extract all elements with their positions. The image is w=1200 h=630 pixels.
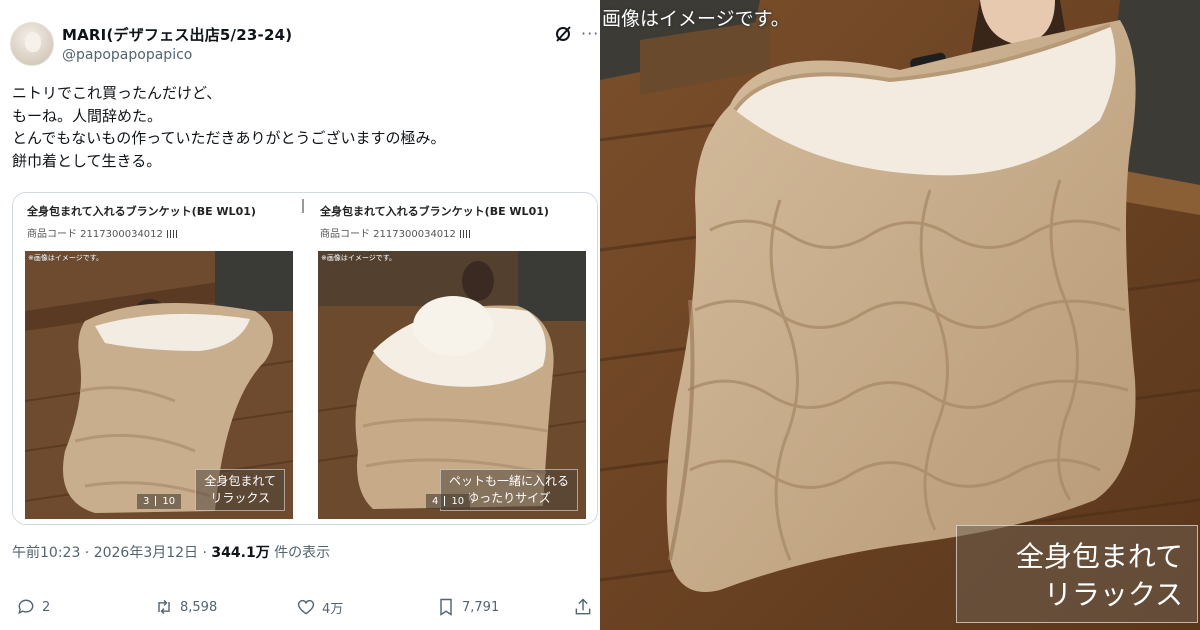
product-code: 商品コード 2117300034012 bbox=[27, 225, 179, 240]
product-title: 全身包まれて入れるブランケット(BE WL01) bbox=[320, 205, 549, 218]
more-icon[interactable]: ··· bbox=[581, 24, 599, 43]
image-note: 画像はイメージです。 bbox=[602, 8, 790, 30]
bookmark-button[interactable]: 7,791 bbox=[436, 596, 499, 618]
product-card[interactable]: 全身包まれて入れるブランケット(BE WL01) 商品コード 211730003… bbox=[306, 193, 597, 524]
reply-button[interactable]: 2 bbox=[16, 596, 50, 618]
view-label: 件の表示 bbox=[269, 545, 331, 561]
bookmark-count: 7,791 bbox=[462, 599, 500, 615]
retweet-count: 8,598 bbox=[180, 599, 218, 615]
heart-icon bbox=[297, 599, 315, 615]
product-code: 商品コード 2117300034012 bbox=[320, 225, 472, 240]
image-counter: 4 10 bbox=[426, 494, 471, 509]
tweet-meta: 午前10:23 · 2026年3月12日 · 344.1万 件の表示 bbox=[12, 542, 330, 562]
bookmark-icon bbox=[440, 598, 452, 616]
display-name[interactable]: MARI(デザフェス出店5/23-24) bbox=[62, 24, 292, 45]
retweet-button[interactable]: 8,598 bbox=[154, 596, 217, 618]
tweet-media[interactable]: 全身包まれて入れるブランケット(BE WL01) 商品コード 211730003… bbox=[12, 192, 598, 525]
tweet-line: もーね。人間辞めた。 bbox=[12, 106, 163, 125]
reply-count: 2 bbox=[42, 599, 51, 615]
retweet-icon bbox=[158, 599, 170, 615]
user-handle[interactable]: @papopapopapico bbox=[62, 47, 192, 63]
card-divider bbox=[302, 199, 304, 213]
view-count: 344.1万 bbox=[211, 545, 270, 561]
tweet-line: ニトリでこれ買ったんだけど、 bbox=[12, 84, 222, 102]
avatar[interactable] bbox=[10, 22, 54, 66]
hero-caption: 全身包まれて リラックス bbox=[956, 525, 1198, 623]
image-counter: 3 10 bbox=[137, 494, 182, 509]
tweet-panel: MARI(デザフェス出店5/23-24) @papopapopapico ···… bbox=[0, 0, 600, 630]
tweet-text: ニトリでこれ買ったんだけど、 もーね。人間辞めた。 とんでもないもの作っていただ… bbox=[12, 82, 592, 172]
barcode-icon bbox=[459, 230, 472, 238]
like-button[interactable]: 4万 bbox=[296, 596, 343, 618]
image-note: ※画像はイメージです。 bbox=[321, 254, 397, 262]
product-title: 全身包まれて入れるブランケット(BE WL01) bbox=[27, 205, 256, 218]
barcode-icon bbox=[166, 230, 179, 238]
timestamp[interactable]: 午前10:23 · 2026年3月12日 · bbox=[12, 545, 211, 561]
tweet-line: とんでもないもの作っていただきありがとうございますの極み。 bbox=[12, 129, 446, 147]
photo-caption: 全身包まれて リラックス bbox=[195, 469, 285, 511]
grok-icon[interactable] bbox=[553, 24, 573, 44]
product-hero-image: 画像はイメージです。 全身包まれて リラックス bbox=[600, 0, 1200, 630]
product-photo[interactable]: ※画像はイメージです。 全身包まれて リラックス 3 10 bbox=[25, 251, 293, 519]
image-note: ※画像はイメージです。 bbox=[28, 254, 104, 262]
product-card[interactable]: 全身包まれて入れるブランケット(BE WL01) 商品コード 211730003… bbox=[13, 193, 305, 524]
reply-icon bbox=[18, 599, 34, 615]
like-count: 4万 bbox=[322, 601, 344, 617]
share-button[interactable] bbox=[573, 596, 593, 618]
share-icon bbox=[575, 598, 591, 615]
product-photo[interactable]: ※画像はイメージです。 ペットも一緒に入れる ゆったりサイズ 4 10 bbox=[318, 251, 586, 519]
tweet-line: 餅巾着として生きる。 bbox=[12, 151, 162, 170]
action-bar: 2 8,598 4万 7,791 bbox=[12, 596, 596, 620]
